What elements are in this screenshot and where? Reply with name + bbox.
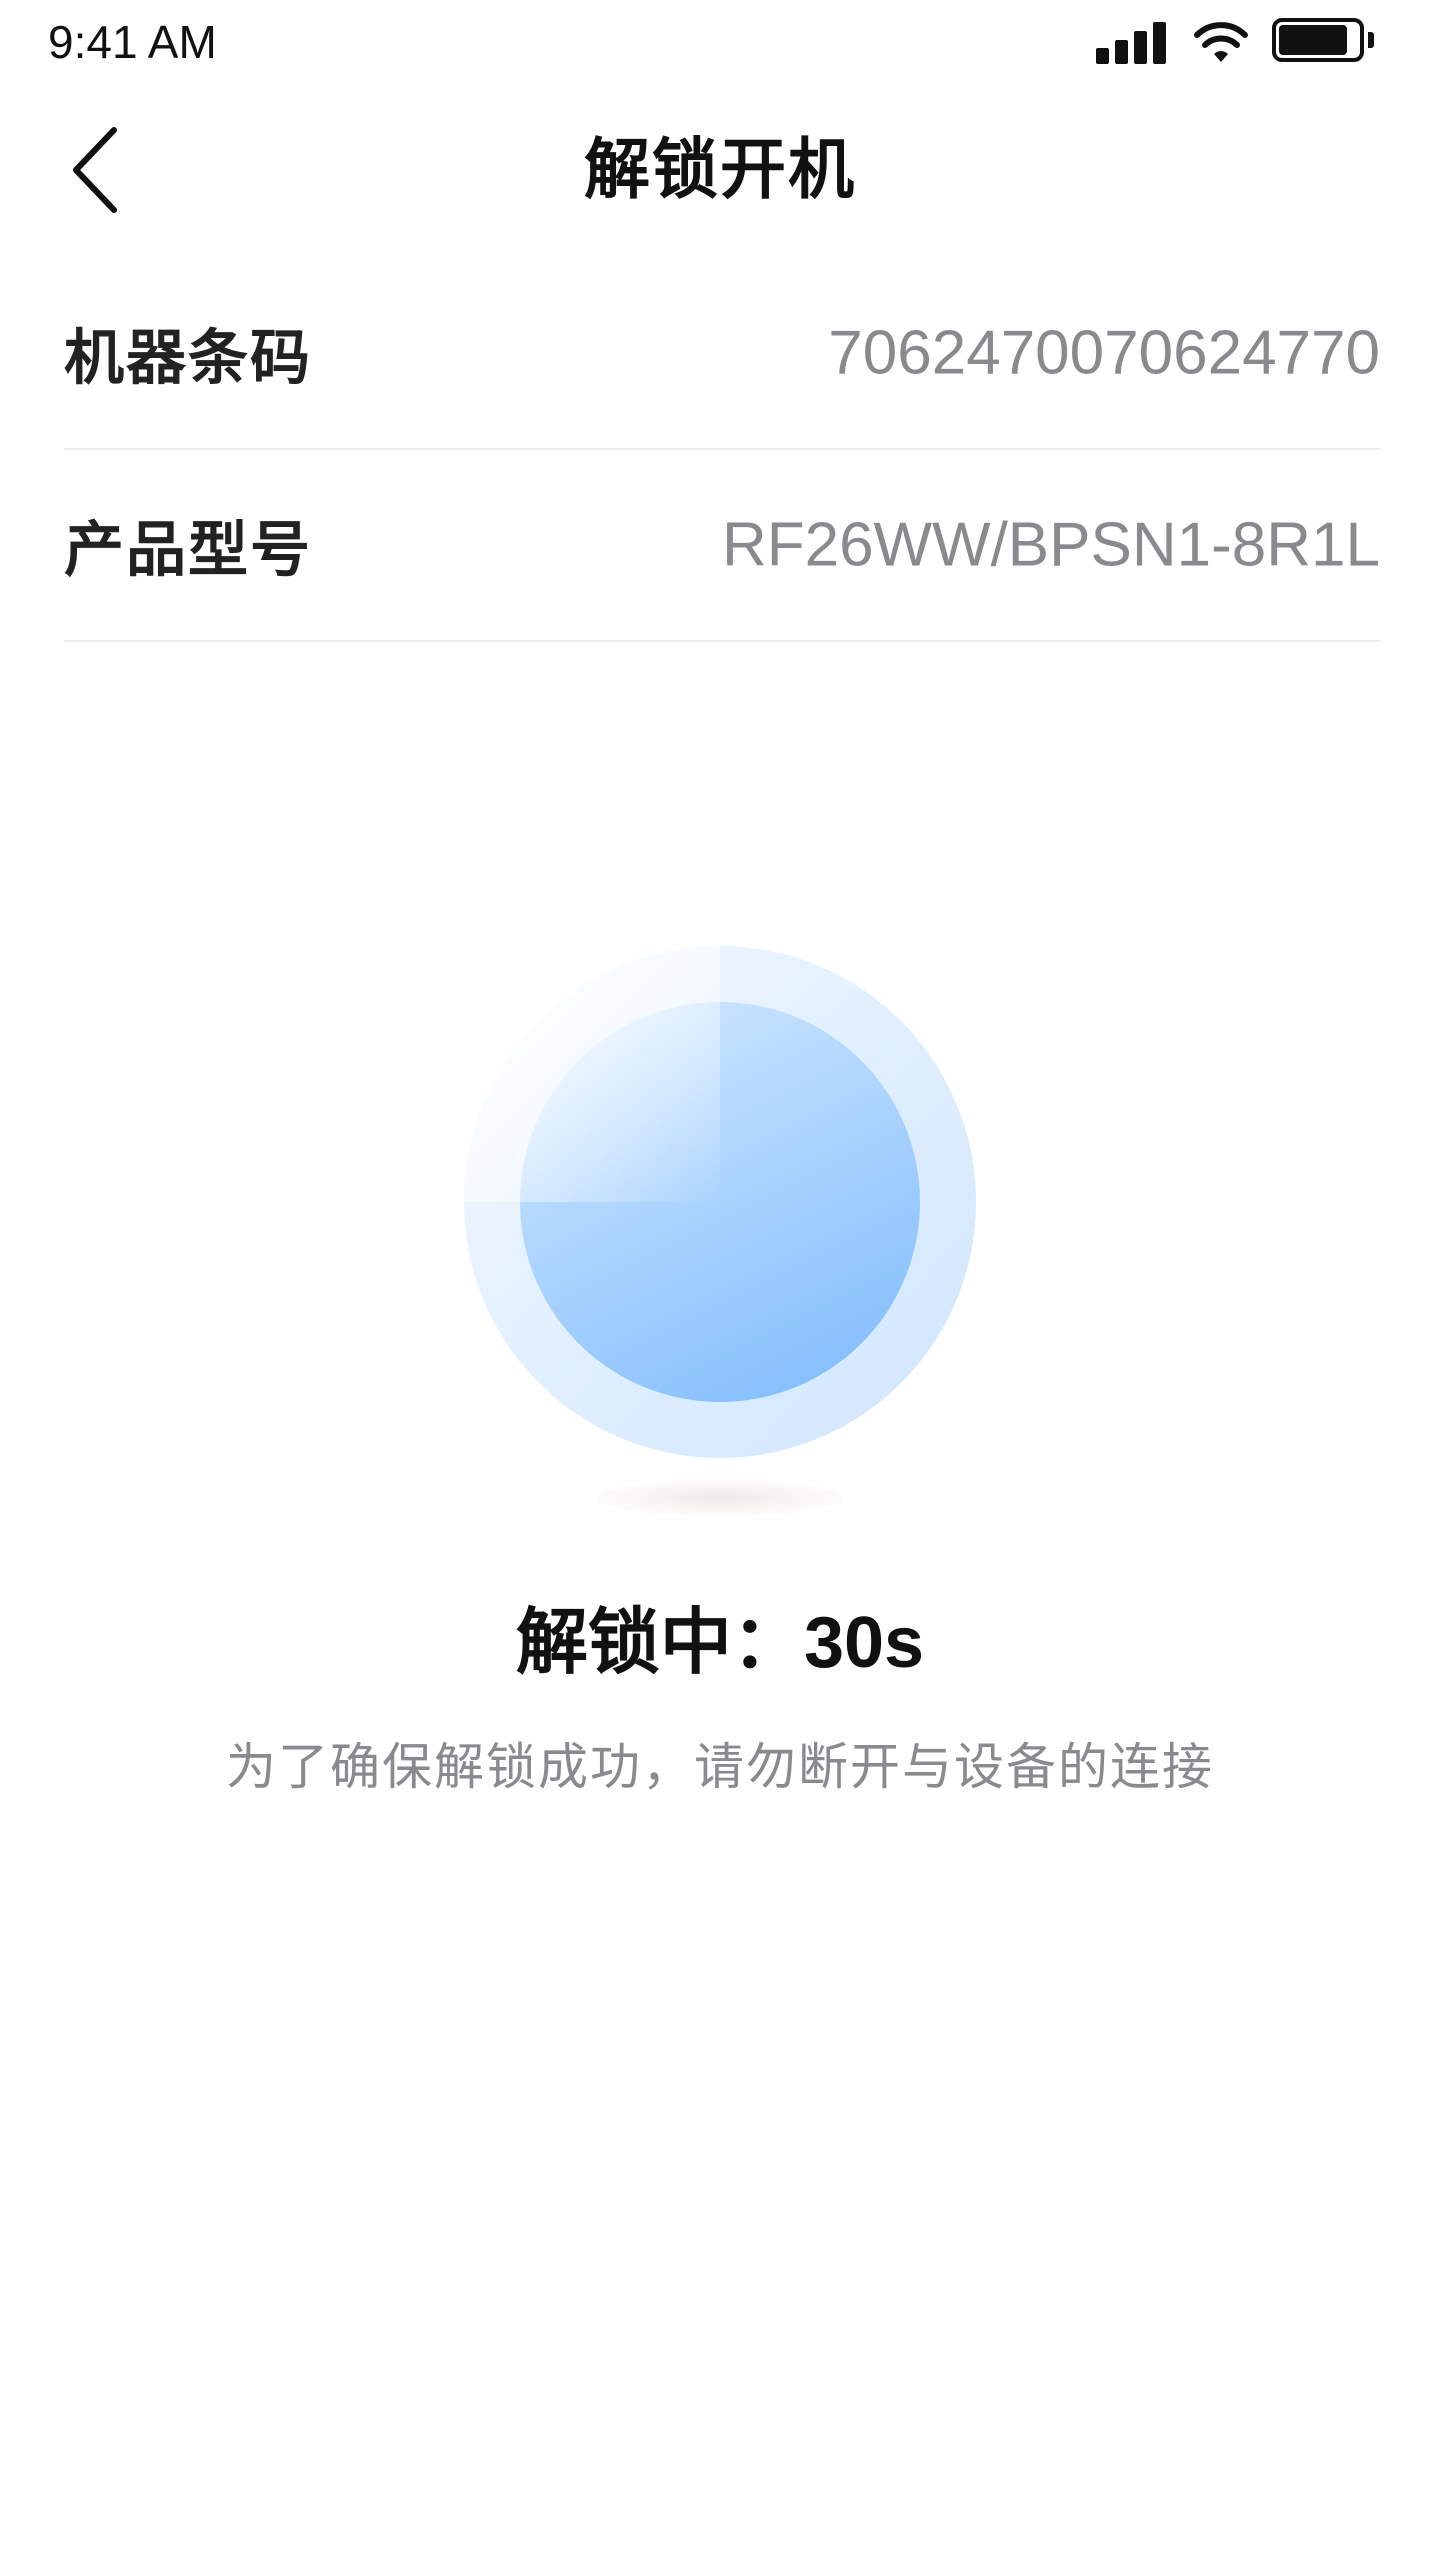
model-row: 产品型号 RF26WW/BPSN1-8R1L	[64, 450, 1380, 642]
unlock-status-label: 解锁中：	[515, 1600, 804, 1684]
nav-bar: 解锁开机	[0, 100, 1440, 240]
progress-floor-shadow	[598, 1480, 842, 1516]
unlock-countdown: 30s	[803, 1603, 925, 1683]
model-label: 产品型号	[64, 515, 312, 586]
status-time: 9:41 AM	[48, 16, 217, 68]
unlock-progress-graphic	[464, 946, 976, 1516]
page-title: 解锁开机	[584, 131, 856, 208]
device-info-list: 机器条码 7062470070624770 产品型号 RF26WW/BPSN1-…	[64, 258, 1380, 642]
progress-sweep-fade	[464, 946, 720, 1202]
barcode-label: 机器条码	[64, 323, 312, 394]
model-value: RF26WW/BPSN1-8R1L	[721, 510, 1380, 580]
status-icons	[1096, 16, 1396, 68]
unlock-status: 解锁中：30s	[0, 1594, 1440, 1691]
unlock-hint: 为了确保解锁成功，请勿断开与设备的连接	[226, 1738, 1214, 1796]
battery-icon	[1272, 18, 1376, 66]
unlock-progress-dial	[464, 940, 976, 1540]
barcode-value: 7062470070624770	[828, 318, 1380, 388]
status-bar: 9:41 AM	[0, 0, 1440, 84]
cellular-signal-icon	[1096, 20, 1168, 64]
wifi-icon	[1194, 22, 1248, 62]
barcode-row: 机器条码 7062470070624770	[64, 258, 1380, 450]
